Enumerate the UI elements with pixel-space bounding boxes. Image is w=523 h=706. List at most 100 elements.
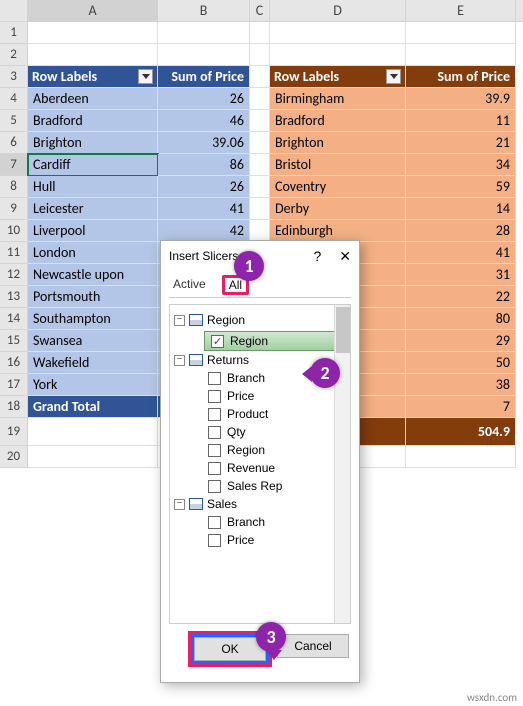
cell[interactable]: [406, 44, 516, 66]
row-header[interactable]: 17: [0, 374, 28, 396]
filter-dropdown-icon[interactable]: [386, 69, 401, 84]
row-header[interactable]: 15: [0, 330, 28, 352]
cell[interactable]: 26: [158, 88, 250, 110]
cell[interactable]: 59: [406, 176, 516, 198]
tree-item[interactable]: Product: [208, 405, 346, 423]
row-header[interactable]: 13: [0, 286, 28, 308]
cell[interactable]: 80: [406, 308, 516, 330]
row-header[interactable]: 1: [0, 22, 28, 44]
cell[interactable]: Southampton: [28, 308, 158, 330]
row-header[interactable]: 2: [0, 44, 28, 66]
checkbox-icon[interactable]: [208, 372, 221, 385]
cell[interactable]: 31: [406, 264, 516, 286]
cell[interactable]: Newcastle upon: [28, 264, 158, 286]
cell[interactable]: 86: [158, 154, 250, 176]
cell[interactable]: York: [28, 374, 158, 396]
col-header-D[interactable]: D: [270, 0, 406, 21]
cell[interactable]: [158, 44, 250, 66]
cell[interactable]: Coventry: [270, 176, 406, 198]
cell[interactable]: 504.9: [406, 418, 516, 446]
cell[interactable]: Cardiff: [28, 154, 158, 176]
cell[interactable]: [406, 22, 516, 44]
tree-group-header[interactable]: −Sales: [174, 495, 346, 513]
checkbox-icon[interactable]: [208, 390, 221, 403]
cell[interactable]: Liverpool: [28, 220, 158, 242]
cell[interactable]: [270, 22, 406, 44]
row-header[interactable]: 9: [0, 198, 28, 220]
cell[interactable]: [28, 44, 158, 66]
cell[interactable]: Grand Total: [28, 396, 158, 418]
cell[interactable]: [28, 418, 158, 446]
cell[interactable]: Row Labels: [270, 66, 406, 88]
cell[interactable]: [250, 132, 270, 154]
checkbox-icon[interactable]: [208, 444, 221, 457]
row-header[interactable]: 19: [0, 418, 28, 446]
tree-item[interactable]: Price: [208, 531, 346, 549]
cell[interactable]: 26: [158, 176, 250, 198]
cell[interactable]: Brighton: [270, 132, 406, 154]
cancel-button[interactable]: Cancel: [277, 634, 349, 658]
select-all-corner[interactable]: [0, 0, 28, 21]
tree-item[interactable]: Region: [208, 441, 346, 459]
cell[interactable]: Hull: [28, 176, 158, 198]
cell[interactable]: Aberdeen: [28, 88, 158, 110]
cell[interactable]: Bradford: [28, 110, 158, 132]
cell[interactable]: 42: [158, 220, 250, 242]
row-header[interactable]: 14: [0, 308, 28, 330]
cell[interactable]: 41: [406, 242, 516, 264]
cell[interactable]: Bradford: [270, 110, 406, 132]
checkbox-icon[interactable]: [208, 426, 221, 439]
cell[interactable]: Brighton: [28, 132, 158, 154]
tree-item-selected[interactable]: ✓Region: [204, 331, 344, 351]
cell[interactable]: 11: [406, 110, 516, 132]
cell[interactable]: Leicester: [28, 198, 158, 220]
cell[interactable]: [250, 22, 270, 44]
cell[interactable]: 46: [158, 110, 250, 132]
checkbox-icon[interactable]: [208, 462, 221, 475]
row-header[interactable]: 3: [0, 66, 28, 88]
tree-item[interactable]: Revenue: [208, 459, 346, 477]
cell[interactable]: Edinburgh: [270, 220, 406, 242]
collapse-icon[interactable]: −: [174, 315, 185, 326]
cell[interactable]: Bristol: [270, 154, 406, 176]
tree-item[interactable]: Qty: [208, 423, 346, 441]
cell[interactable]: [28, 446, 158, 468]
row-header[interactable]: 10: [0, 220, 28, 242]
cell[interactable]: [250, 176, 270, 198]
col-header-B[interactable]: B: [158, 0, 250, 21]
cell[interactable]: Row Labels: [28, 66, 158, 88]
cell[interactable]: [250, 220, 270, 242]
row-header[interactable]: 18: [0, 396, 28, 418]
row-header[interactable]: 4: [0, 88, 28, 110]
cell[interactable]: 21: [406, 132, 516, 154]
tree-item[interactable]: Branch: [208, 513, 346, 531]
row-header[interactable]: 20: [0, 446, 28, 468]
ok-button[interactable]: OK: [194, 637, 266, 661]
cell[interactable]: [250, 154, 270, 176]
col-header-C[interactable]: C: [250, 0, 270, 21]
cell[interactable]: [250, 66, 270, 88]
col-header-A[interactable]: A: [28, 0, 158, 21]
row-header[interactable]: 7: [0, 154, 28, 176]
cell[interactable]: [250, 110, 270, 132]
row-header[interactable]: 5: [0, 110, 28, 132]
cell[interactable]: [250, 44, 270, 66]
col-header-E[interactable]: E: [406, 0, 516, 21]
close-button[interactable]: ✕: [339, 248, 351, 265]
cell[interactable]: 38: [406, 374, 516, 396]
row-header[interactable]: 6: [0, 132, 28, 154]
cell[interactable]: [406, 446, 516, 468]
cell[interactable]: Wakefield: [28, 352, 158, 374]
row-header[interactable]: 11: [0, 242, 28, 264]
cell[interactable]: Sum of Price: [158, 66, 250, 88]
cell[interactable]: 14: [406, 198, 516, 220]
collapse-icon[interactable]: −: [174, 355, 185, 366]
cell[interactable]: London: [28, 242, 158, 264]
checkbox-icon[interactable]: [208, 534, 221, 547]
cell[interactable]: 50: [406, 352, 516, 374]
cell[interactable]: [270, 44, 406, 66]
checkbox-checked-icon[interactable]: ✓: [211, 335, 224, 348]
cell[interactable]: 39.06: [158, 132, 250, 154]
cell[interactable]: Swansea: [28, 330, 158, 352]
cell[interactable]: 22: [406, 286, 516, 308]
